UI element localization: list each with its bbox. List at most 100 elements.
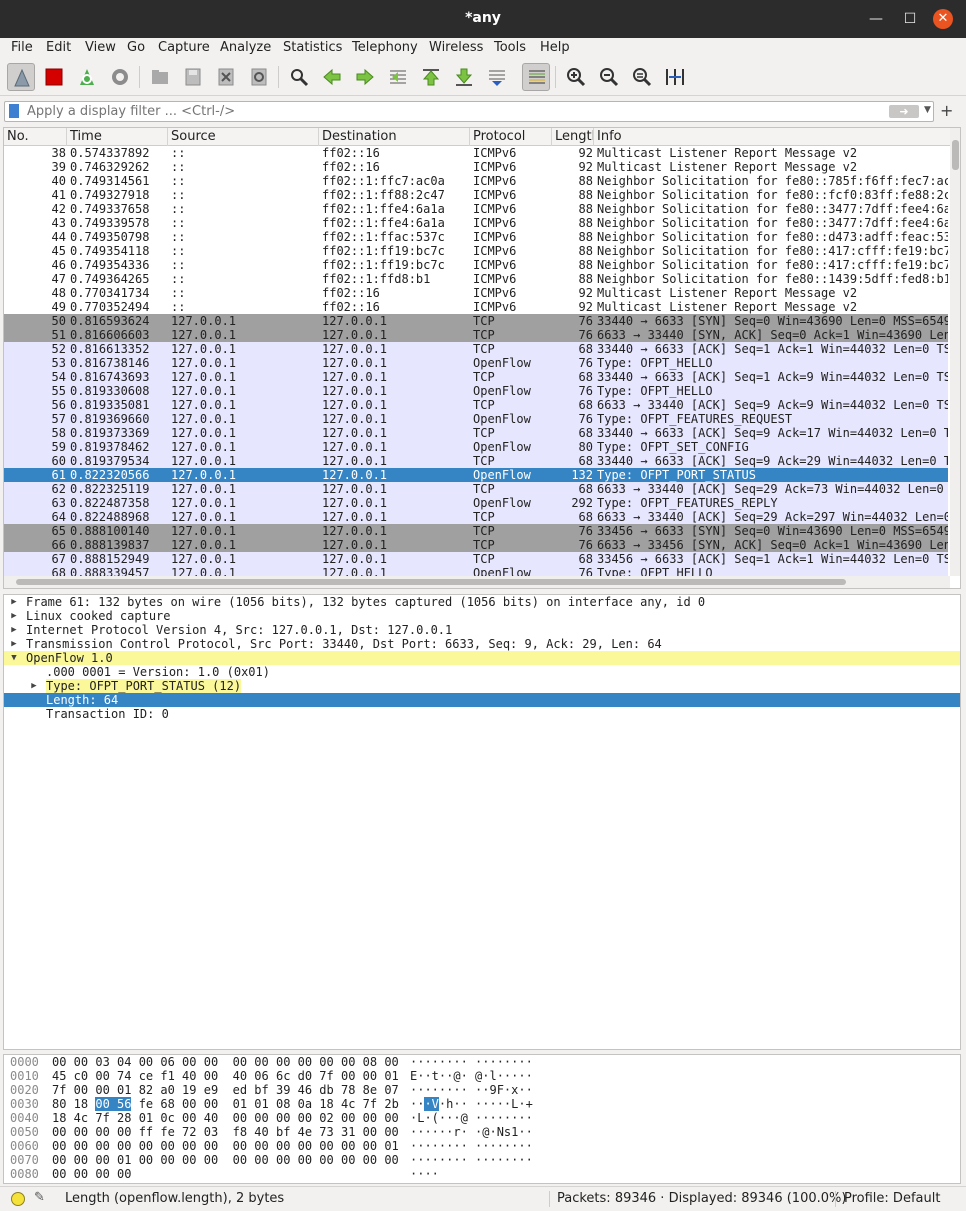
packet-row[interactable]: 42 0.749337658:: ff02::1:ffe4:6a1a ICMPv6 88… bbox=[4, 202, 948, 216]
packet-row[interactable]: 40 0.749314561:: ff02::1:ffc7:ac0a ICMPv6 88… bbox=[4, 174, 948, 188]
bytes-hex[interactable]: 00 00 03 04 00 06 00 00 00 00 00 00 00 0… bbox=[52, 1055, 399, 1069]
go-first-packet-icon[interactable] bbox=[417, 63, 445, 91]
packet-row[interactable]: 62 0.822325119 127.0.0.1 127.0.0.1 TCP 68 6633… bbox=[4, 482, 948, 496]
menu-wireless[interactable]: Wireless bbox=[429, 40, 483, 55]
restart-capture-icon[interactable] bbox=[73, 63, 101, 91]
column-header-length[interactable]: Length bbox=[552, 128, 594, 146]
capture-options-icon[interactable] bbox=[106, 63, 134, 91]
packet-row[interactable]: 49 0.770352494:: ff02::16 ICMPv6 92 Multicast… bbox=[4, 300, 948, 314]
menu-edit[interactable]: Edit bbox=[46, 40, 71, 55]
go-forward-icon[interactable] bbox=[351, 63, 379, 91]
bytes-hex[interactable]: 00 00 00 00 ff fe 72 03 f8 40 bf 4e 73 3… bbox=[52, 1125, 399, 1139]
detail-tree-item[interactable]: ▶ Transmission Control Protocol, Src Port… bbox=[4, 637, 960, 651]
menu-capture[interactable]: Capture bbox=[158, 40, 210, 55]
packet-row[interactable]: 38 0.574337892:: ff02::16 ICMPv6 92 Multicast… bbox=[4, 146, 948, 160]
resize-columns-icon[interactable] bbox=[661, 63, 689, 91]
filter-dropdown-icon[interactable]: ▼ bbox=[924, 105, 931, 115]
expand-arrow-icon[interactable]: ▶ bbox=[8, 609, 20, 623]
menu-statistics[interactable]: Statistics bbox=[283, 40, 342, 55]
menu-analyze[interactable]: Analyze bbox=[220, 40, 271, 55]
packet-row[interactable]: 45 0.749354118:: ff02::1:ff19:bc7c ICMPv6 88… bbox=[4, 244, 948, 258]
packet-row[interactable]: 53 0.816738146 127.0.0.1 127.0.0.1 OpenFlow 7… bbox=[4, 356, 948, 370]
packet-row[interactable]: 51 0.816606603 127.0.0.1 127.0.0.1 TCP 76 6633… bbox=[4, 328, 948, 342]
column-header-time[interactable]: Time bbox=[67, 128, 168, 146]
bytes-ascii[interactable]: ········ ········ bbox=[410, 1055, 533, 1069]
packet-row[interactable]: 60 0.819379534 127.0.0.1 127.0.0.1 TCP 68 3344… bbox=[4, 454, 948, 468]
packet-row[interactable]: 55 0.819330608 127.0.0.1 127.0.0.1 OpenFlow 7… bbox=[4, 384, 948, 398]
zoom-in-icon[interactable] bbox=[562, 63, 590, 91]
packet-row[interactable]: 68 0.888339457 127.0.0.1 127.0.0.1 OpenFlow 7… bbox=[4, 566, 948, 576]
apply-filter-icon[interactable]: ➜ bbox=[889, 105, 919, 118]
menu-tools[interactable]: Tools bbox=[494, 40, 526, 55]
save-file-icon[interactable] bbox=[179, 63, 207, 91]
bytes-hex[interactable]: 18 4c 7f 28 01 0c 00 40 00 00 00 00 02 0… bbox=[52, 1111, 399, 1125]
bytes-hex[interactable]: 7f 00 00 01 82 a0 19 e9 ed bf 39 46 db 7… bbox=[52, 1083, 399, 1097]
go-to-packet-icon[interactable] bbox=[384, 63, 412, 91]
menu-file[interactable]: File bbox=[11, 40, 33, 55]
column-header-protocol[interactable]: Protocol bbox=[470, 128, 552, 146]
packet-row[interactable]: 47 0.749364265:: ff02::1:ffd8:b1 ICMPv6 88 Ne… bbox=[4, 272, 948, 286]
autoscroll-icon[interactable] bbox=[483, 63, 511, 91]
packet-row[interactable]: 52 0.816613352 127.0.0.1 127.0.0.1 TCP 68 3344… bbox=[4, 342, 948, 356]
detail-tree-item[interactable]: Length: 64 bbox=[4, 693, 960, 707]
bytes-ascii[interactable]: ········ ··9F·x·· bbox=[410, 1083, 533, 1097]
stop-capture-icon[interactable] bbox=[40, 63, 68, 91]
packet-row[interactable]: 59 0.819378462 127.0.0.1 127.0.0.1 OpenFlow 8… bbox=[4, 440, 948, 454]
bytes-hex[interactable]: 00 00 00 00 bbox=[52, 1167, 131, 1181]
packet-row[interactable]: 39 0.746329262:: ff02::16 ICMPv6 92 Multicast… bbox=[4, 160, 948, 174]
bytes-hex[interactable]: 80 18 00 56 fe 68 00 00 01 01 08 0a 18 4… bbox=[52, 1097, 399, 1111]
go-last-packet-icon[interactable] bbox=[450, 63, 478, 91]
expert-info-icon[interactable] bbox=[11, 1192, 25, 1206]
column-header-info[interactable]: Info bbox=[594, 128, 960, 146]
detail-tree-item[interactable]: ▶ Internet Protocol Version 4, Src: 127.0… bbox=[4, 623, 960, 637]
packet-row[interactable]: 41 0.749327918:: ff02::1:ff88:2c47 ICMPv6 88… bbox=[4, 188, 948, 202]
packet-row[interactable]: 58 0.819373369 127.0.0.1 127.0.0.1 TCP 68 3344… bbox=[4, 426, 948, 440]
minimize-icon[interactable]: — bbox=[866, 9, 886, 29]
packet-row[interactable]: 50 0.816593624 127.0.0.1 127.0.0.1 TCP 76 3344… bbox=[4, 314, 948, 328]
detail-tree-item[interactable]: Transaction ID: 0 bbox=[4, 707, 960, 721]
packet-row[interactable]: 61 0.822320566 127.0.0.1 127.0.0.1 OpenFlow 1… bbox=[4, 468, 948, 482]
close-icon[interactable]: ✕ bbox=[933, 9, 953, 29]
bytes-ascii[interactable]: E··t··@· @·l····· bbox=[410, 1069, 533, 1083]
filter-bookmark-icon[interactable] bbox=[9, 104, 19, 118]
status-profile[interactable]: Profile: Default bbox=[844, 1191, 940, 1206]
normal-size-icon[interactable] bbox=[628, 63, 656, 91]
find-packet-icon[interactable] bbox=[285, 63, 313, 91]
bytes-ascii[interactable]: ·L·(···@ ········ bbox=[410, 1111, 533, 1125]
menu-help[interactable]: Help bbox=[540, 40, 570, 55]
packet-row[interactable]: 54 0.816743693 127.0.0.1 127.0.0.1 TCP 68 3344… bbox=[4, 370, 948, 384]
display-filter-input[interactable] bbox=[27, 103, 877, 120]
expand-arrow-icon[interactable]: ▶ bbox=[8, 623, 20, 637]
packet-row[interactable]: 48 0.770341734:: ff02::16 ICMPv6 92 Multicast… bbox=[4, 286, 948, 300]
packet-list-vscrollbar[interactable] bbox=[950, 128, 960, 576]
vscroll-thumb[interactable] bbox=[952, 140, 959, 170]
packet-row[interactable]: 63 0.822487358 127.0.0.1 127.0.0.1 OpenFlow 2… bbox=[4, 496, 948, 510]
zoom-out-icon[interactable] bbox=[595, 63, 623, 91]
packet-row[interactable]: 67 0.888152949 127.0.0.1 127.0.0.1 TCP 68 3345… bbox=[4, 552, 948, 566]
packet-row[interactable]: 66 0.888139837 127.0.0.1 127.0.0.1 TCP 76 6633… bbox=[4, 538, 948, 552]
reload-file-icon[interactable] bbox=[245, 63, 273, 91]
collapse-arrow-icon[interactable]: ▼ bbox=[8, 651, 20, 665]
column-header-source[interactable]: Source bbox=[168, 128, 319, 146]
bytes-ascii[interactable]: ········ ········ bbox=[410, 1139, 533, 1153]
column-header-destination[interactable]: Destination bbox=[319, 128, 470, 146]
detail-tree-item[interactable]: ▶ Type: OFPT_PORT_STATUS (12) bbox=[4, 679, 960, 693]
start-capture-fin-icon[interactable] bbox=[7, 63, 35, 91]
menu-go[interactable]: Go bbox=[127, 40, 145, 55]
packet-row[interactable]: 65 0.888100140 127.0.0.1 127.0.0.1 TCP 76 3345… bbox=[4, 524, 948, 538]
bytes-hex[interactable]: 00 00 00 01 00 00 00 00 00 00 00 00 00 0… bbox=[52, 1153, 399, 1167]
open-file-icon[interactable] bbox=[146, 63, 174, 91]
bytes-ascii[interactable]: ···V·h·· ·····L·+ bbox=[410, 1097, 533, 1111]
expand-arrow-icon[interactable]: ▶ bbox=[8, 637, 20, 651]
packet-row[interactable]: 46 0.749354336:: ff02::1:ff19:bc7c ICMPv6 88… bbox=[4, 258, 948, 272]
packet-row[interactable]: 44 0.749350798:: ff02::1:ffac:537c ICMPv6 88… bbox=[4, 230, 948, 244]
bytes-hex[interactable]: 45 c0 00 74 ce f1 40 00 40 06 6c d0 7f 0… bbox=[52, 1069, 399, 1083]
colorize-icon[interactable] bbox=[522, 63, 550, 91]
expand-arrow-icon[interactable]: ▶ bbox=[28, 679, 40, 693]
menu-view[interactable]: View bbox=[85, 40, 116, 55]
detail-tree-item[interactable]: .000 0001 = Version: 1.0 (0x01) bbox=[4, 665, 960, 679]
column-header-no[interactable]: No. bbox=[4, 128, 67, 146]
go-back-icon[interactable] bbox=[318, 63, 346, 91]
menu-telephony[interactable]: Telephony bbox=[352, 40, 418, 55]
packet-row[interactable]: 64 0.822488968 127.0.0.1 127.0.0.1 TCP 68 6633… bbox=[4, 510, 948, 524]
